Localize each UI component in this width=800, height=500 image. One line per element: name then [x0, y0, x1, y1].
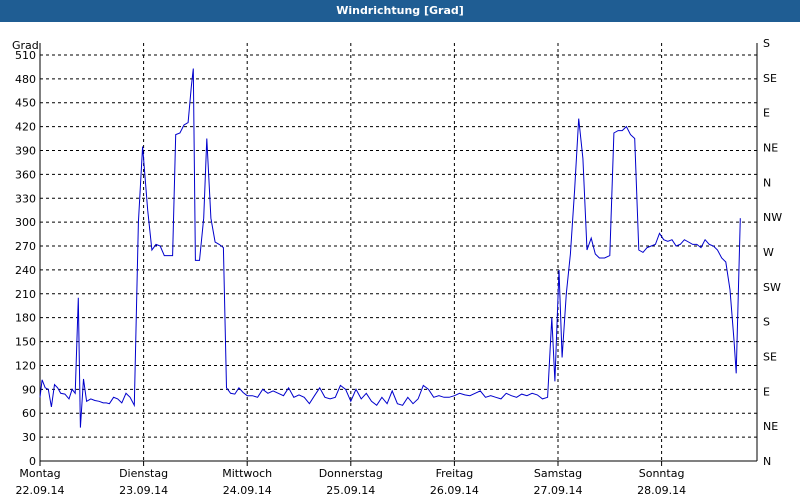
- x-tick-day: Mittwoch: [222, 467, 272, 480]
- right-tick-label: NE: [763, 142, 778, 155]
- y-tick-label: 90: [22, 383, 36, 396]
- right-tick-label: W: [763, 246, 774, 259]
- y-tick-label: 270: [15, 240, 36, 253]
- right-tick-label: SE: [763, 351, 777, 364]
- x-tick-day: Freitag: [436, 467, 474, 480]
- x-tick-day: Dienstag: [119, 467, 168, 480]
- x-tick-day: Samstag: [534, 467, 582, 480]
- y-tick-label: 150: [15, 336, 36, 349]
- y-tick-label: 240: [15, 264, 36, 277]
- x-tick-day: Montag: [19, 467, 60, 480]
- right-tick-label: S: [763, 316, 770, 329]
- right-tick-labels: N NE E SE S SW W NW N NE E SE S: [763, 37, 782, 468]
- y-tick-label: 390: [15, 144, 36, 157]
- x-tick-date: 26.09.14: [430, 484, 479, 497]
- series-line: [39, 68, 741, 428]
- y-axis-label: Grad: [12, 39, 39, 52]
- series-group: [39, 68, 741, 428]
- y-tick-label: 300: [15, 216, 36, 229]
- right-tick-label: S: [763, 37, 770, 50]
- right-tick-label: N: [763, 176, 771, 189]
- x-tick-date: 25.09.14: [326, 484, 375, 497]
- x-tick-day: Sonntag: [639, 467, 685, 480]
- y-tick-labels: 0306090120150180210240270300330360390420…: [15, 49, 36, 468]
- y-tick-label: 420: [15, 121, 36, 134]
- right-tick-label: SW: [763, 281, 781, 294]
- right-tick-label: SE: [763, 72, 777, 85]
- y-tick-label: 30: [22, 431, 36, 444]
- x-tick-labels: Montag 22.09.14 Dienstag 23.09.14 Mittwoch 24…: [16, 467, 687, 497]
- chart-canvas: 0306090120150180210240270300330360390420…: [12, 37, 782, 497]
- y-tick-label: 210: [15, 288, 36, 301]
- grid-lines: [40, 43, 757, 461]
- y-tick-label: 60: [22, 407, 36, 420]
- y-tick-label: 360: [15, 168, 36, 181]
- axes: [39, 43, 758, 466]
- right-tick-label: E: [763, 385, 770, 398]
- right-tick-label: NW: [763, 211, 782, 224]
- x-tick-date: 24.09.14: [223, 484, 272, 497]
- y-tick-label: 480: [15, 73, 36, 86]
- right-tick-label: E: [763, 107, 770, 120]
- x-tick-date: 22.09.14: [16, 484, 65, 497]
- x-tick-date: 28.09.14: [637, 484, 686, 497]
- x-tick-day: Donnerstag: [319, 467, 383, 480]
- y-tick-label: 330: [15, 192, 36, 205]
- right-tick-label: N: [763, 455, 771, 468]
- x-tick-date: 23.09.14: [119, 484, 168, 497]
- y-tick-label: 450: [15, 97, 36, 110]
- x-tick-date: 27.09.14: [534, 484, 583, 497]
- y-tick-label: 180: [15, 312, 36, 325]
- y-tick-label: 120: [15, 359, 36, 372]
- right-tick-label: NE: [763, 420, 778, 433]
